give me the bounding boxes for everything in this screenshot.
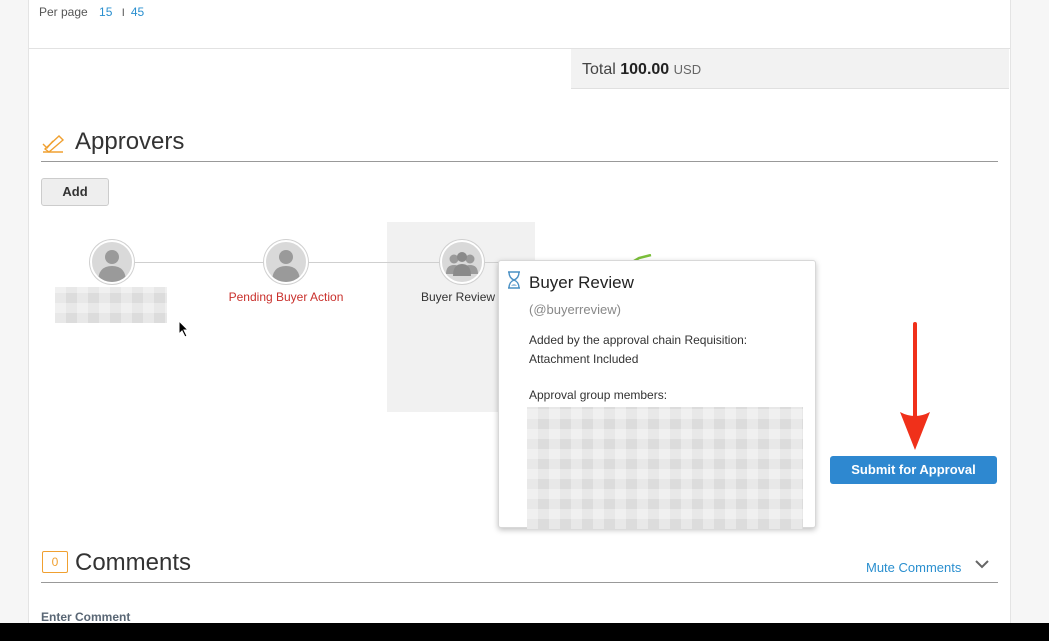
annotation-arrow-icon: [900, 322, 930, 450]
popup-title: Buyer Review: [529, 273, 634, 292]
mouse-cursor-icon: [178, 320, 190, 338]
approver-2-avatar[interactable]: [264, 240, 308, 284]
per-page-45-link[interactable]: 45: [131, 5, 144, 19]
popup-handle: (@buyerreview): [529, 302, 621, 317]
mute-comments-link[interactable]: Mute Comments: [866, 560, 961, 575]
approvers-icon: [41, 132, 67, 159]
per-page-separator: I: [121, 7, 125, 19]
total-currency: USD: [673, 62, 702, 77]
bottom-bar: [0, 623, 1049, 641]
approvers-divider: [41, 161, 998, 162]
hourglass-icon: [507, 271, 521, 294]
user-icon: [272, 250, 300, 282]
per-page-15-link[interactable]: 15: [99, 5, 112, 19]
approvers-title: Approvers: [75, 128, 185, 155]
per-page-label: Per page: [39, 5, 88, 19]
submit-for-approval-button[interactable]: Submit for Approval: [830, 456, 997, 484]
comments-count-icon: 0: [42, 551, 68, 573]
popup-description: Added by the approval chain Requisition:…: [529, 333, 748, 366]
approver-3-avatar[interactable]: [440, 240, 484, 284]
popup-members-redacted: [527, 407, 803, 529]
enter-comment-label: Enter Comment: [41, 610, 131, 624]
comments-title: Comments: [75, 549, 192, 576]
comments-divider: [41, 582, 998, 583]
approver-2-label[interactable]: Pending Buyer Action: [216, 290, 356, 304]
popup-members-label: Approval group members:: [529, 388, 668, 402]
approval-chain-line: [132, 262, 552, 263]
approver-1-avatar[interactable]: [90, 240, 134, 284]
approver-1-name-redacted: [55, 287, 167, 323]
requisition-page: Per page 15 I 45 Total 100.00 USD Approve…: [28, 0, 1011, 624]
total-amount: 100.00: [620, 61, 670, 78]
total-box: Total 100.00 USD: [571, 49, 1009, 89]
add-approver-button[interactable]: Add: [41, 178, 109, 206]
user-icon: [98, 250, 126, 282]
chevron-down-icon[interactable]: [975, 556, 989, 572]
total-label: Total: [582, 61, 616, 78]
group-icon: [446, 252, 478, 276]
pagination-control: Per page 15 I 45: [39, 5, 144, 19]
buyer-review-popup: Buyer Review (@buyerreview) Added by the…: [498, 260, 816, 529]
